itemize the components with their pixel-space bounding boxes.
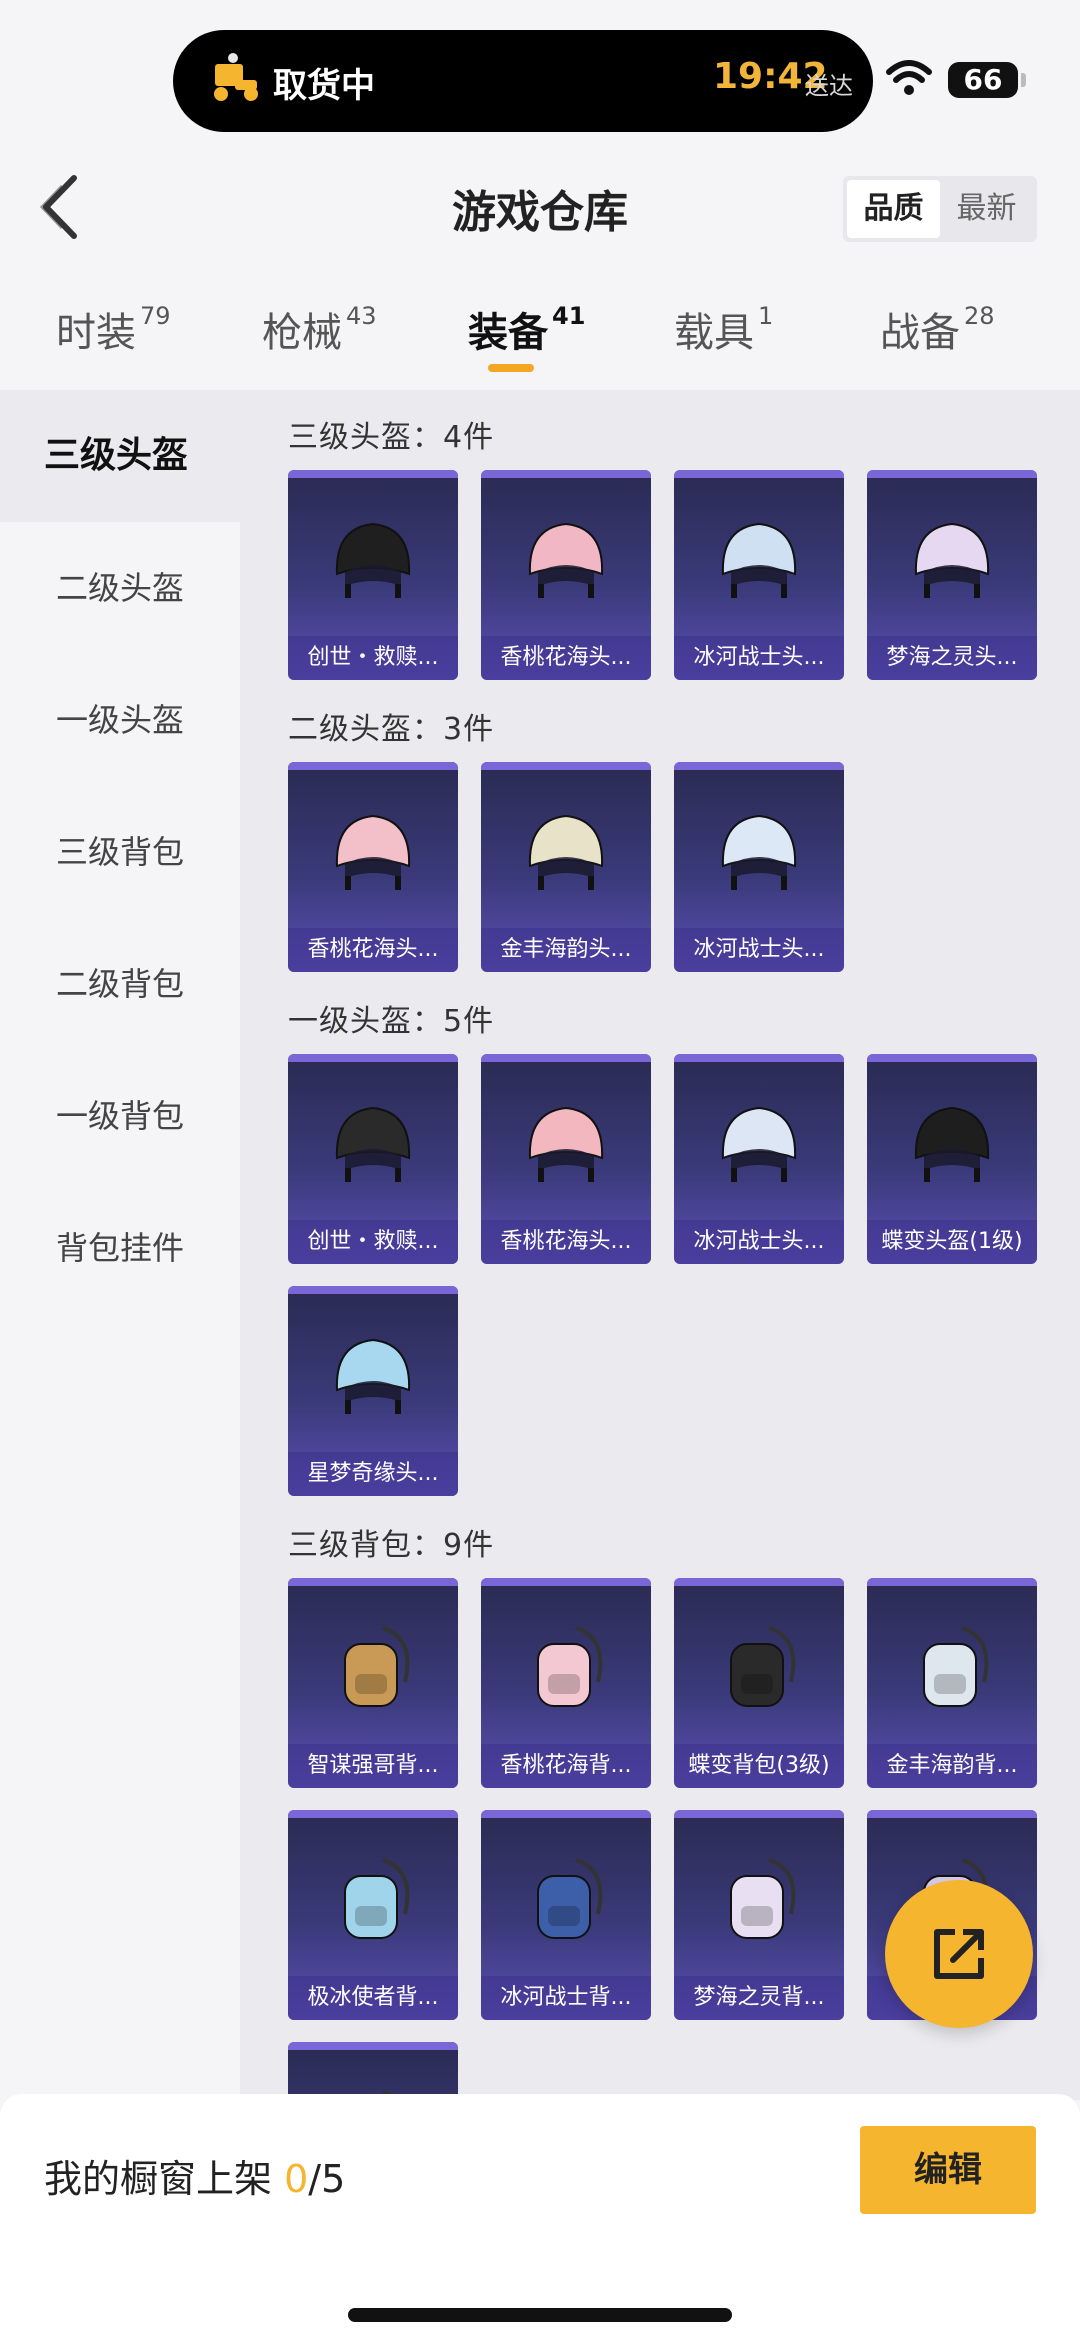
helmet-icon bbox=[335, 1106, 411, 1182]
item-grid-panel[interactable]: 三级头盔：4件创世・救赎... 香桃花海头... 冰河战士头... 梦海之灵头... 二… bbox=[240, 390, 1080, 2100]
item-card[interactable]: 极冰使者背... bbox=[288, 1810, 458, 2020]
item-card[interactable]: 蝶变头盔(1级) bbox=[867, 1054, 1037, 1264]
helmet-icon bbox=[528, 522, 604, 598]
section-title: 一级头盔：5件 bbox=[288, 1004, 495, 1039]
item-name: 香桃花海背... bbox=[481, 1744, 651, 1788]
dynamic-island[interactable]: 取货中 19:42 送达 bbox=[173, 30, 873, 132]
item-name: 蝶变头盔(1级) bbox=[867, 1220, 1037, 1264]
item-name: 冰河战士头... bbox=[674, 928, 844, 972]
helmet-icon bbox=[914, 522, 990, 598]
item-card[interactable]: 金丰海韵背... bbox=[867, 1578, 1037, 1788]
shelf-current-count: 0 bbox=[284, 2157, 309, 2201]
section-title: 三级头盔：4件 bbox=[288, 420, 495, 455]
active-tab-indicator bbox=[488, 364, 534, 372]
showcase-bar: 我的橱窗上架 0/5 编辑 bbox=[0, 2094, 1080, 2341]
item-name: 金丰海韵头... bbox=[481, 928, 651, 972]
item-name: 香桃花海头... bbox=[481, 1220, 651, 1264]
helmet-icon bbox=[528, 814, 604, 890]
sidebar-item-level3-helmet[interactable]: 三级头盔 bbox=[0, 390, 240, 522]
item-card[interactable]: 梦海之灵头... bbox=[867, 470, 1037, 680]
delivery-scooter-icon bbox=[214, 53, 258, 101]
battery-indicator: 66 bbox=[948, 62, 1026, 98]
item-name: 冰河战士背... bbox=[481, 1976, 651, 2020]
item-name: 梦海之灵头... bbox=[867, 636, 1037, 680]
sort-by-latest-button[interactable]: 最新 bbox=[940, 180, 1033, 238]
tab-fashion[interactable]: 时装 79 bbox=[56, 300, 171, 380]
helmet-icon bbox=[721, 522, 797, 598]
item-card[interactable]: 创世・救赎... bbox=[288, 1054, 458, 1264]
item-name: 香桃花海头... bbox=[288, 928, 458, 972]
showcase-shelf-status: 我的橱窗上架 0/5 bbox=[44, 2157, 346, 2201]
sidebar-item-backpack-charm[interactable]: 背包挂件 bbox=[0, 1182, 240, 1314]
backpack-icon bbox=[730, 1858, 796, 1939]
item-card[interactable]: 金丰海韵头... bbox=[481, 762, 651, 972]
backpack-icon bbox=[923, 1626, 989, 1707]
helmet-icon bbox=[335, 522, 411, 598]
backpack-icon bbox=[537, 1626, 603, 1707]
shelf-total-count: /5 bbox=[308, 2157, 346, 2201]
item-card[interactable]: 蝶变背包(3级) bbox=[674, 1578, 844, 1788]
item-card[interactable]: 冰河战士头... bbox=[674, 1054, 844, 1264]
subcategory-sidebar: 三级头盔 二级头盔 一级头盔 三级背包 二级背包 一级背包 背包挂件 bbox=[0, 390, 240, 2100]
sort-by-quality-button[interactable]: 品质 bbox=[847, 180, 940, 238]
tab-weapons[interactable]: 枪械 43 bbox=[262, 300, 377, 380]
helmet-icon bbox=[721, 814, 797, 890]
item-card[interactable]: 智谋强哥背... bbox=[288, 1578, 458, 1788]
tab-vehicles[interactable]: 载具 1 bbox=[674, 300, 773, 380]
delivery-eta-label: 送达 bbox=[805, 72, 853, 100]
sidebar-item-level1-backpack[interactable]: 一级背包 bbox=[0, 1050, 240, 1182]
item-name: 智谋强哥背... bbox=[288, 1744, 458, 1788]
wifi-icon bbox=[886, 60, 932, 95]
section-title: 三级背包：9件 bbox=[288, 1528, 495, 1563]
tab-supplies[interactable]: 战备 28 bbox=[880, 300, 995, 380]
helmet-icon bbox=[335, 1338, 411, 1414]
helmet-icon bbox=[721, 1106, 797, 1182]
item-card[interactable] bbox=[288, 2042, 458, 2100]
item-card[interactable]: 创世・救赎... bbox=[288, 470, 458, 680]
item-name: 极冰使者背... bbox=[288, 1976, 458, 2020]
item-card[interactable]: 香桃花海背... bbox=[481, 1578, 651, 1788]
item-card[interactable]: 香桃花海头... bbox=[481, 470, 651, 680]
item-card[interactable]: 香桃花海头... bbox=[481, 1054, 651, 1264]
sidebar-item-level2-helmet[interactable]: 二级头盔 bbox=[0, 522, 240, 654]
item-name: 梦海之灵背... bbox=[674, 1976, 844, 2020]
sidebar-item-level1-helmet[interactable]: 一级头盔 bbox=[0, 654, 240, 786]
item-card[interactable]: 梦海之灵背... bbox=[674, 1810, 844, 2020]
backpack-icon bbox=[344, 1626, 410, 1707]
item-name: 蝶变背包(3级) bbox=[674, 1744, 844, 1788]
item-name: 创世・救赎... bbox=[288, 1220, 458, 1264]
item-name: 创世・救赎... bbox=[288, 636, 458, 680]
item-card[interactable]: 冰河战士背... bbox=[481, 1810, 651, 2020]
delivery-status-label: 取货中 bbox=[273, 66, 375, 106]
item-name: 冰河战士头... bbox=[674, 1220, 844, 1264]
item-name: 香桃花海头... bbox=[481, 636, 651, 680]
backpack-icon bbox=[344, 1858, 410, 1939]
edit-button[interactable]: 编辑 bbox=[860, 2126, 1036, 2214]
item-name: 冰河战士头... bbox=[674, 636, 844, 680]
item-card[interactable]: 星梦奇缘头... bbox=[288, 1286, 458, 1496]
helmet-icon bbox=[528, 1106, 604, 1182]
item-card[interactable]: 冰河战士头... bbox=[674, 762, 844, 972]
helmet-icon bbox=[335, 814, 411, 890]
item-name: 星梦奇缘头... bbox=[288, 1452, 458, 1496]
item-name: 金丰海韵背... bbox=[867, 1744, 1037, 1788]
backpack-icon bbox=[730, 1626, 796, 1707]
helmet-icon bbox=[914, 1106, 990, 1182]
share-icon bbox=[934, 1929, 984, 1979]
item-card[interactable]: 香桃花海头... bbox=[288, 762, 458, 972]
item-card[interactable]: 冰河战士头... bbox=[674, 470, 844, 680]
backpack-icon bbox=[537, 1858, 603, 1939]
home-indicator[interactable] bbox=[348, 2308, 732, 2322]
sidebar-item-level2-backpack[interactable]: 二级背包 bbox=[0, 918, 240, 1050]
category-tabs: 时装 79 枪械 43 装备 41 载具 1 战备 28 bbox=[0, 300, 1080, 380]
share-button[interactable] bbox=[885, 1880, 1033, 2028]
sidebar-item-level3-backpack[interactable]: 三级背包 bbox=[0, 786, 240, 918]
sort-toggle: 品质 最新 bbox=[843, 176, 1037, 242]
section-title: 二级头盔：3件 bbox=[288, 712, 495, 747]
